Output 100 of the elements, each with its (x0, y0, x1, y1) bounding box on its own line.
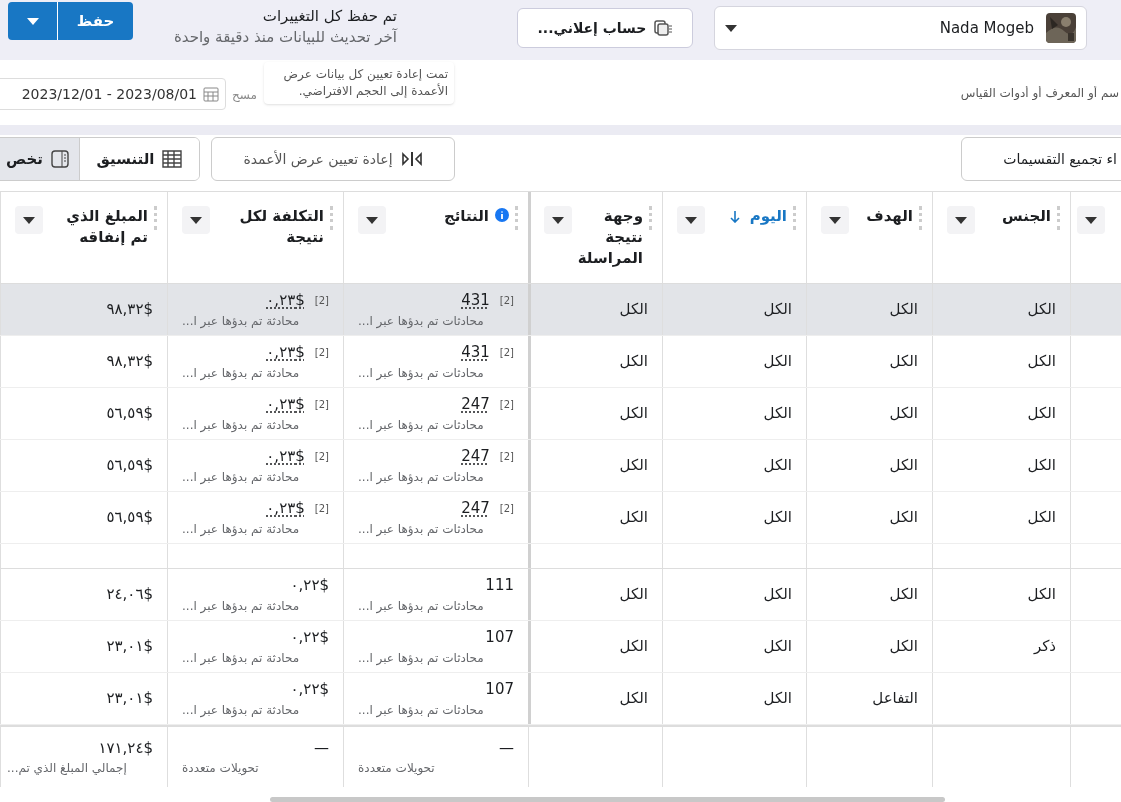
metric-value: ١٧١,٢٤$ (98, 737, 153, 759)
column-header[interactable]: المبلغ الذي تم إنفاقه (49, 206, 148, 248)
caret-icon (190, 216, 202, 224)
drag-handle-icon[interactable] (515, 206, 518, 230)
footnote-marker: [2] (314, 346, 329, 360)
cell-text: الكل (763, 507, 792, 529)
cell-text: ٥٦,٥٩$ (106, 455, 153, 477)
cell-text: الكل (1027, 299, 1056, 321)
reset-columns-button[interactable]: إعادة تعيين عرض الأعمدة (211, 137, 455, 181)
cell-text: الكل (1027, 507, 1056, 529)
account-selector[interactable]: Nada Mogeb (714, 6, 1087, 50)
metric-value[interactable]: ٠,٢٣$ (266, 289, 305, 312)
date-range-text: 2023/12/01 - 2023/08/01 (21, 84, 197, 104)
cell-text: الكل (619, 636, 648, 658)
footnote-marker: [2] (499, 294, 514, 308)
cell-text: التفاعل (872, 688, 918, 710)
cell-text: الكل (619, 688, 648, 710)
customize-button[interactable]: تخص (0, 138, 80, 180)
metric-label: محادثة تم بدؤها عبر ا... (182, 468, 300, 486)
drag-handle-icon[interactable] (1057, 206, 1060, 230)
caret-icon (23, 216, 35, 224)
metric-value[interactable]: ٠,٢٣$ (266, 497, 305, 520)
metric-label: محادثة تم بدؤها عبر ا... (182, 701, 300, 719)
column-menu-button[interactable] (358, 206, 386, 234)
cell-text: الكل (889, 455, 918, 477)
footnote-marker: [2] (314, 502, 329, 516)
cell-text: ٥٦,٥٩$ (106, 507, 153, 529)
metric-value[interactable]: ٠,٢٣$ (266, 341, 305, 364)
cell-text: ٩٨,٣٢$ (106, 299, 153, 321)
dropdown-caret-icon (725, 24, 737, 32)
drag-handle-icon[interactable] (154, 206, 157, 230)
column-menu-button[interactable] (947, 206, 975, 234)
ad-account-button[interactable]: حساب إعلاني... (517, 8, 693, 48)
column-menu-button[interactable] (677, 206, 705, 234)
cell-text: الكل (1027, 351, 1056, 373)
cell-text: الكل (1027, 584, 1056, 606)
metric-value[interactable]: ٠,٢٣$ (266, 393, 305, 416)
last-update-text: آخر تحديث للبيانات منذ دقيقة واحدة (173, 27, 397, 48)
cell-text: ٩٨,٣٢$ (106, 351, 153, 373)
cell-text: الكل (763, 455, 792, 477)
caret-icon (829, 216, 841, 224)
metric-label: محادثات تم بدؤها عبر ا... (358, 649, 484, 667)
column-header[interactable]: التكلفة لكل نتيجة (216, 206, 324, 248)
column-header[interactable]: اليوم (711, 206, 787, 227)
cell-text: الكل (889, 351, 918, 373)
metric-label: محادثات تم بدؤها عبر ا... (358, 468, 484, 486)
metric-label: تحويلات متعددة (182, 760, 259, 778)
metric-label: محادثة تم بدؤها عبر ا... (182, 597, 300, 615)
drag-handle-icon[interactable] (330, 206, 333, 230)
caret-icon (955, 216, 967, 224)
caret-icon (551, 216, 564, 224)
cell-text: الكل (1027, 455, 1056, 477)
clear-link[interactable]: مسح (232, 86, 257, 104)
cell-text: الكل (763, 688, 792, 710)
column-header[interactable]: الجنس (981, 206, 1051, 227)
metric-label: محادثات تم بدؤها عبر ا... (358, 701, 484, 719)
caret-icon (685, 216, 697, 224)
metric-value: — (314, 737, 329, 759)
breakdown-button[interactable]: اء تجميع التقسيمات (961, 137, 1121, 181)
metric-label: محادثات تم بدؤها عبر ا... (358, 364, 484, 382)
cell-text: الكل (763, 636, 792, 658)
footnote-marker: [2] (499, 346, 514, 360)
metric-value: 107 (485, 679, 514, 701)
metric-label: محادثات تم بدؤها عبر ا... (358, 312, 484, 330)
cell-text: الكل (619, 299, 648, 321)
metric-value[interactable]: ٠,٢٣$ (266, 445, 305, 468)
metric-label: محادثة تم بدؤها عبر ا... (182, 312, 300, 330)
date-range-field[interactable]: 2023/12/01 - 2023/08/01 (0, 78, 226, 110)
drag-handle-icon[interactable] (919, 206, 922, 230)
drag-handle-icon[interactable] (649, 206, 652, 230)
cell-text: الكل (619, 351, 648, 373)
cell-text: الكل (889, 299, 918, 321)
column-header[interactable]: الهدف (855, 206, 913, 227)
cell-text: الكل (619, 507, 648, 529)
cell-text: الكل (619, 455, 648, 477)
footnote-marker: [2] (314, 398, 329, 412)
cell-text: الكل (763, 403, 792, 425)
metric-value[interactable]: 431 (461, 289, 490, 312)
ad-account-icon (654, 20, 673, 36)
column-menu-button[interactable] (182, 206, 210, 234)
column-header[interactable]: النتائج (392, 206, 489, 227)
info-icon[interactable] (495, 208, 509, 222)
drag-handle-icon[interactable] (793, 206, 796, 230)
column-menu-button[interactable] (1077, 206, 1105, 234)
column-header[interactable]: وجهة نتيجة المراسلة (577, 206, 643, 269)
save-button[interactable]: حفظ (58, 2, 133, 40)
footnote-marker: [2] (499, 398, 514, 412)
cell-text: ٥٦,٥٩$ (106, 403, 153, 425)
horizontal-scrollbar[interactable] (270, 797, 945, 802)
cell-text: الكل (889, 403, 918, 425)
metric-value[interactable]: 247 (461, 497, 490, 520)
cell-text: ذكر (1033, 636, 1056, 658)
metric-value[interactable]: 247 (461, 393, 490, 416)
metric-value: ٠,٢٢$ (290, 627, 329, 649)
column-menu-button[interactable] (543, 206, 572, 234)
metric-value[interactable]: 431 (461, 341, 490, 364)
column-menu-button[interactable] (15, 206, 43, 234)
column-menu-button[interactable] (821, 206, 849, 234)
side-panel-icon (51, 150, 69, 168)
metric-value[interactable]: 247 (461, 445, 490, 468)
